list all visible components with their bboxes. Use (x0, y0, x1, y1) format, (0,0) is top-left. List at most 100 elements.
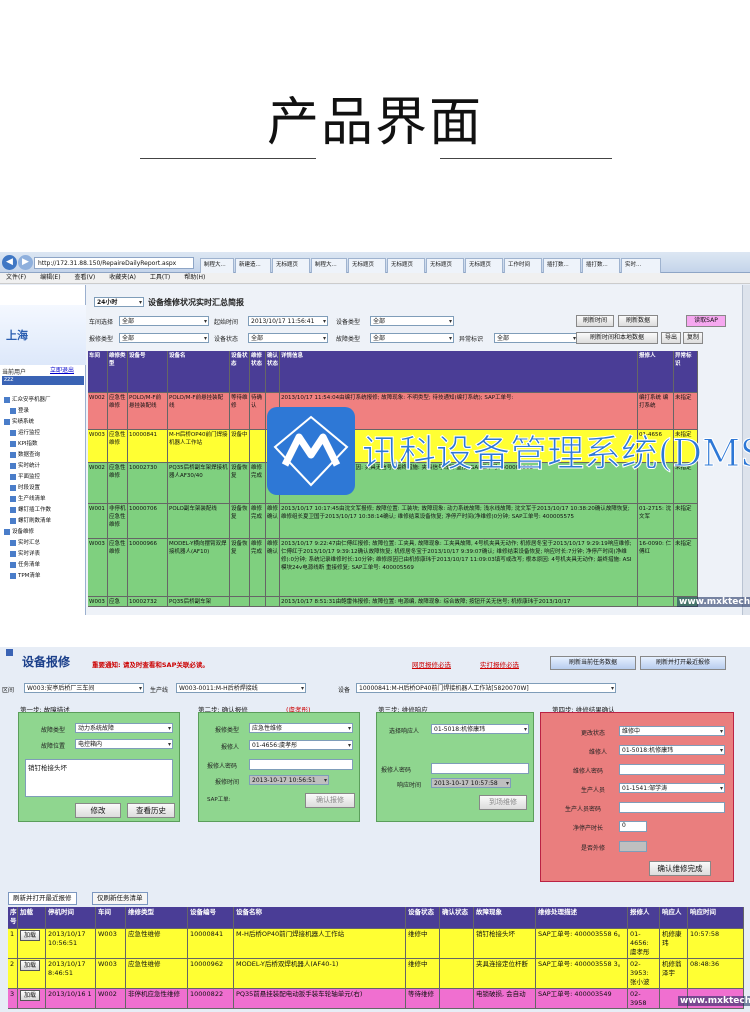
edit-button[interactable]: 修改 (75, 803, 121, 818)
sidebar-item[interactable]: 螺钉插工作数 (10, 505, 51, 513)
repair-type-select[interactable]: 应急性维修 (249, 723, 353, 733)
column-header[interactable]: 确认状态 (440, 907, 474, 928)
column-header[interactable]: 设备编号 (188, 907, 234, 928)
real-repair-link[interactable]: 实打报修必选 (480, 659, 519, 669)
production-person-select[interactable]: 01-1541:邹学涛 (619, 783, 725, 793)
sidebar-item[interactable]: 汇众安亭机器厂 (4, 395, 51, 403)
sidebar-item[interactable]: 任务清单 (10, 560, 40, 568)
column-header[interactable]: 设备状态 (230, 351, 250, 392)
column-header[interactable]: 维修类型 (126, 907, 188, 928)
column-header[interactable]: 维修处理描述 (536, 907, 628, 928)
browser-tab[interactable]: 实时... (621, 258, 661, 273)
fault-position-select[interactable]: 电控箱内 (75, 739, 173, 749)
sidebar-item[interactable]: 实时汇总 (10, 538, 40, 546)
arrive-button[interactable]: 到场维修 (479, 795, 527, 810)
column-header[interactable]: 设备状态 (406, 907, 440, 928)
refresh-all-button[interactable]: 刷新时间和本地数据 (576, 332, 658, 344)
device-state-select[interactable]: 全部 (248, 333, 328, 343)
browser-tab[interactable]: 无标题页 (272, 258, 310, 273)
fault-type-select[interactable]: 动力系统故障 (75, 723, 173, 733)
load-button[interactable]: 加载 (20, 930, 41, 941)
repairer-password-input[interactable] (619, 764, 725, 775)
browser-tab[interactable]: 无标题页 (465, 258, 503, 273)
tab-refresh-tasks[interactable]: 仅刷新任务清单 (92, 892, 148, 905)
sidebar-item[interactable]: 数据查询 (10, 450, 40, 458)
responder-password-input[interactable] (431, 763, 529, 774)
reporter-password-input[interactable] (249, 759, 353, 770)
copy-button[interactable]: 复制 (683, 332, 703, 344)
export-button[interactable]: 导出 (661, 332, 681, 344)
browser-tab[interactable]: 制程大... (311, 258, 347, 273)
responder-select[interactable]: 01-5018:机修康玮 (431, 724, 529, 734)
column-header[interactable]: 维修类型 (108, 351, 128, 392)
menu-tools[interactable]: 工具(T) (150, 274, 170, 281)
outsource-toggle[interactable] (619, 841, 647, 852)
sidebar-item[interactable]: 实时详表 (10, 549, 40, 557)
fault-description-textarea[interactable]: 销钉枪接头坏 (25, 759, 173, 797)
history-button[interactable]: 查看历史 (127, 803, 175, 818)
device-select[interactable]: 10000841:M-H后桥OP40前门焊接机器人工作站[5820070W] (356, 683, 616, 693)
column-header[interactable]: 设备名 (168, 351, 230, 392)
column-header[interactable]: 维修状态 (250, 351, 266, 392)
device-type-select[interactable]: 全部 (370, 316, 454, 326)
refresh-tasks-button[interactable]: 刷新当前任务数据 (550, 656, 636, 670)
column-header[interactable]: 报修人 (628, 907, 660, 928)
column-header[interactable]: 报修人 (638, 351, 674, 392)
start-time-field[interactable]: 2013/10/17 11:56:41 (248, 316, 328, 326)
confirm-report-button[interactable]: 确认报修 (305, 793, 355, 808)
column-header[interactable]: 故障现象 (474, 907, 536, 928)
downtime-input[interactable]: 0 (619, 821, 647, 832)
column-header[interactable]: 加载 (18, 907, 46, 928)
column-header[interactable]: 设备名称 (234, 907, 406, 928)
column-header[interactable]: 车间 (96, 907, 126, 928)
table-row[interactable]: 3 加载 2013/10/16 1 W002 非停机应急性维修 10000822 PQ35前… (8, 989, 744, 1009)
browser-tab[interactable]: 无标题页 (426, 258, 464, 273)
logout-link[interactable]: 立即退出 (50, 365, 74, 374)
load-button[interactable]: 加载 (20, 960, 41, 971)
column-header[interactable]: 停机时间 (46, 907, 96, 928)
browser-tab[interactable]: 插打数... (582, 258, 620, 273)
sidebar-item[interactable]: 设备维修 (4, 527, 34, 535)
address-bar[interactable]: http://172.31.88.150/RepaireDailyReport.… (34, 257, 194, 269)
browser-tab[interactable]: 无标题页 (348, 258, 386, 273)
browser-tab[interactable]: 新建造... (235, 258, 271, 273)
load-button[interactable]: 加载 (20, 990, 41, 1001)
area-select[interactable]: W003:安亭后桥厂三车间 (24, 683, 144, 693)
sidebar-item[interactable]: 实时统计 (10, 461, 40, 469)
sidebar-item[interactable]: 螺钉刷数清单 (10, 516, 51, 524)
menu-file[interactable]: 文件(F) (6, 274, 26, 281)
browser-tab[interactable]: 工作时间 (504, 258, 542, 273)
tab-refresh-open[interactable]: 刷新并打开最近报修 (8, 892, 77, 905)
table-row[interactable]: W003 应急性维修 10000966 MODEL-Y横向摆臂双焊接机器人(AF10)… (88, 539, 698, 597)
column-header[interactable]: 确认状态 (266, 351, 280, 392)
fault-type-select[interactable]: 全部 (370, 333, 454, 343)
browser-tab[interactable]: 插打数... (543, 258, 581, 273)
line-select[interactable]: W003-0011:M-H后桥焊接线 (176, 683, 306, 693)
production-password-input[interactable] (619, 802, 725, 813)
web-repair-link[interactable]: 网页报修必选 (412, 659, 451, 669)
sidebar-item[interactable]: 生产线清单 (10, 494, 46, 502)
table-row[interactable]: 1 加载 2013/10/17 10:56:51 W003 应急性维修 10000841 M… (8, 929, 744, 959)
table-row[interactable]: W003 应急 10002732 PQ35后桥副车架 2013/10/17 8:51:3… (88, 597, 698, 607)
table-row[interactable]: 2 加载 2013/10/17 8:46:51 W003 应急性维修 10000962 MO… (8, 959, 744, 989)
table-row[interactable]: W001 非停机应急性维修 10000706 POLO副车架装配线 设备恢复 维修完成 维修… (88, 504, 698, 539)
workshop-select[interactable]: 全部 (119, 316, 209, 326)
sidebar-item[interactable]: KPI指数 (10, 439, 38, 447)
column-header[interactable]: 序号 (8, 907, 18, 928)
read-sap-button[interactable]: 读取SAP (686, 315, 726, 327)
column-header[interactable]: 设备号 (128, 351, 168, 392)
back-icon[interactable]: ◀ (2, 255, 17, 270)
sidebar-item[interactable]: TPM清单 (10, 571, 40, 579)
column-header[interactable]: 车间 (88, 351, 108, 392)
column-header[interactable]: 异常标识 (674, 351, 698, 392)
sidebar-item[interactable]: 平面监控 (10, 472, 40, 480)
range-select[interactable]: 24小时 (94, 297, 144, 307)
sidebar-item[interactable]: 时段设置 (10, 483, 40, 491)
menu-edit[interactable]: 编辑(E) (40, 274, 60, 281)
sidebar-item[interactable]: 运行监控 (10, 428, 40, 436)
confirm-complete-button[interactable]: 确认维修完成 (649, 861, 711, 876)
menu-help[interactable]: 帮助(H) (184, 274, 205, 281)
change-state-select[interactable]: 维修中 (619, 726, 725, 736)
menu-view[interactable]: 查看(V) (74, 274, 95, 281)
refresh-data-button[interactable]: 刷新数据 (618, 315, 658, 327)
